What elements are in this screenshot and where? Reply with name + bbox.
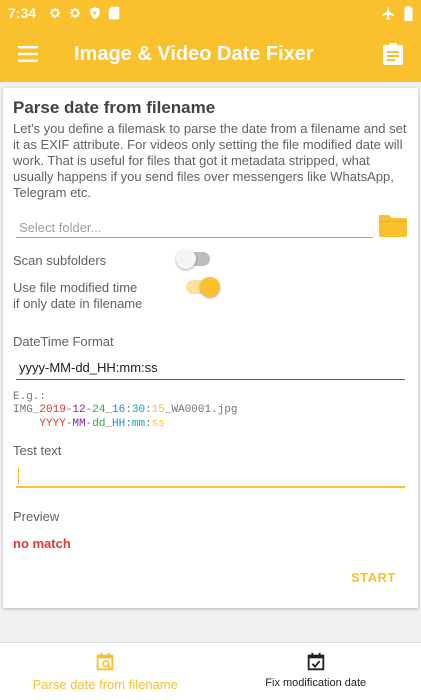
nav-label-parse-date: Parse date from filename <box>32 677 178 692</box>
parse-date-card: Parse date from filename Let's you defin… <box>3 88 418 608</box>
select-folder-input[interactable] <box>16 218 373 238</box>
datetime-format-label: DateTime Format <box>13 334 114 349</box>
clipboard-icon <box>383 43 403 65</box>
scan-subfolders-label: Scan subfolders <box>13 253 107 268</box>
nav-item-fix-modification[interactable]: Fix modification date <box>211 643 421 700</box>
hamburger-menu-icon <box>18 46 38 62</box>
preview-result: no match <box>13 536 71 551</box>
status-icons-left <box>48 6 120 20</box>
clipboard-button[interactable] <box>365 26 421 82</box>
card-title: Parse date from filename <box>13 98 216 117</box>
example-filename: IMG_2019-12-24_16:30:15_WA0001.jpg <box>13 404 238 416</box>
status-time: 7:34 <box>8 5 37 21</box>
nav-label-fix-modification: Fix modification date <box>265 677 367 689</box>
use-modified-label-line2: if only date in filename <box>13 296 143 311</box>
sd-card-icon <box>108 6 120 20</box>
use-modified-label-line1: Use file modified time <box>13 280 138 295</box>
app-bar: Image & Video Date Fixer <box>0 26 421 82</box>
card-description: Let's you define a filemask to parse the… <box>13 121 407 200</box>
example-mask: YYYY-MM-dd_HH:mm:ss <box>39 418 165 430</box>
nav-item-parse-date[interactable]: Parse date from filename <box>0 643 211 700</box>
airplane-icon <box>382 6 395 20</box>
folder-picker-button[interactable] <box>378 212 408 243</box>
calendar-search-icon <box>97 652 114 671</box>
status-icons-right <box>381 5 413 21</box>
scan-subfolders-toggle[interactable] <box>176 249 212 269</box>
datetime-format-input[interactable] <box>16 356 405 380</box>
folder-icon <box>379 215 407 237</box>
menu-button[interactable] <box>0 26 56 82</box>
start-button[interactable]: START <box>351 570 396 585</box>
battery-icon <box>404 5 413 21</box>
example-label: E.g.: <box>13 391 47 403</box>
app-title: Image & Video Date Fixer <box>74 42 314 65</box>
shield-icon <box>90 7 100 19</box>
test-text-label: Test text <box>13 443 62 458</box>
bottom-navigation: Parse date from filename Fix modificatio… <box>0 642 421 700</box>
preview-label: Preview <box>13 509 60 524</box>
calendar-check-icon <box>307 652 324 671</box>
status-bar: 7:34 <box>0 0 421 26</box>
gear-icon <box>69 7 81 19</box>
test-text-input[interactable] <box>16 464 405 488</box>
gear-icon <box>49 7 61 19</box>
use-modified-toggle[interactable] <box>184 277 220 297</box>
text-cursor <box>18 468 19 484</box>
